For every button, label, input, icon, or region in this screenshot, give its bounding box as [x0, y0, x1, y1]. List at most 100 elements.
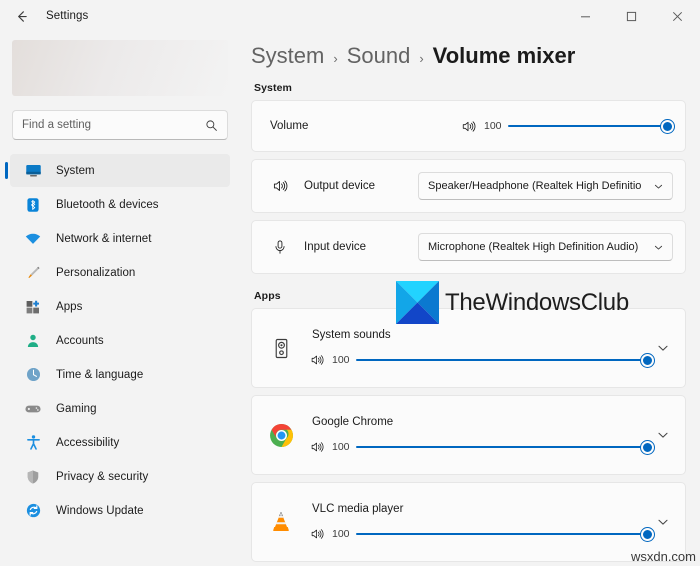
person-icon: [22, 330, 44, 352]
sidebar-item-label: Time & language: [56, 368, 144, 381]
speaker-volume-icon[interactable]: [461, 119, 476, 134]
slider-thumb[interactable]: [641, 353, 654, 367]
app-volume-value: 100: [332, 354, 350, 366]
chevron-down-icon: [653, 181, 664, 192]
update-refresh-icon: [22, 500, 44, 522]
output-device-card: Output device Speaker/Headphone (Realtek…: [251, 159, 686, 213]
sidebar-nav: System Bluetooth & devices Network & int…: [0, 154, 240, 527]
maximize-button[interactable]: [608, 0, 654, 32]
breadcrumb: System › Sound › Volume mixer: [251, 32, 686, 69]
volume-slider[interactable]: [508, 119, 674, 133]
input-device-label: Input device: [304, 241, 367, 253]
sidebar-item-label: Network & internet: [56, 232, 152, 245]
sidebar-item-accounts[interactable]: Accounts: [10, 324, 230, 357]
output-device-row: Output device Speaker/Headphone (Realtek…: [252, 160, 685, 212]
maximize-icon: [626, 11, 636, 21]
speaker-volume-icon[interactable]: [310, 440, 324, 454]
close-icon: [672, 11, 682, 21]
close-button[interactable]: [654, 0, 700, 32]
sidebar-item-windows-update[interactable]: Windows Update: [10, 494, 230, 527]
sidebar-item-label: Accessibility: [56, 436, 120, 449]
input-device-row: Input device Microphone (Realtek High De…: [252, 221, 685, 273]
app-card: VLC media player 100: [251, 482, 686, 562]
app-volume-slider[interactable]: [356, 527, 654, 541]
breadcrumb-system[interactable]: System: [251, 43, 324, 69]
chevron-down-icon: [653, 242, 664, 253]
app-name: System sounds: [312, 329, 391, 341]
expand-button[interactable]: [653, 515, 673, 529]
sidebar-item-bluetooth-devices[interactable]: Bluetooth & devices: [10, 188, 230, 221]
app-info: Google Chrome 100: [310, 416, 654, 454]
vlc-cone-icon: [266, 507, 296, 537]
input-device-card: Input device Microphone (Realtek High De…: [251, 220, 686, 274]
gamepad-icon: [22, 398, 44, 420]
app-volume-slider[interactable]: [356, 440, 654, 454]
app-card: Google Chrome 100: [251, 395, 686, 475]
slider-thumb[interactable]: [661, 119, 674, 133]
speaker-volume-icon[interactable]: [310, 527, 324, 541]
settings-window: Settings Find a setting System Bluetooth…: [0, 0, 700, 566]
app-volume-value: 100: [332, 528, 350, 540]
slider-thumb[interactable]: [641, 527, 654, 541]
apps-grid-icon: [22, 296, 44, 318]
sidebar-item-accessibility[interactable]: Accessibility: [10, 426, 230, 459]
monitor-icon: [22, 160, 44, 182]
accessibility-icon: [22, 432, 44, 454]
section-label-system: System: [254, 82, 292, 94]
chevron-right-icon: ›: [333, 51, 338, 66]
volume-value: 100: [484, 120, 502, 132]
volume-label: Volume: [270, 120, 309, 132]
sidebar-item-label: Bluetooth & devices: [56, 198, 159, 211]
input-device-select[interactable]: Microphone (Realtek High Definition Audi…: [418, 233, 673, 261]
app-volume-controls: 100: [310, 353, 654, 367]
slider-track: [356, 532, 653, 536]
search-icon: [205, 119, 218, 132]
chevron-down-icon: [658, 432, 668, 438]
microphone-icon: [268, 239, 292, 255]
volume-row: Volume 100: [252, 101, 685, 151]
wifi-icon: [22, 228, 44, 250]
chevron-down-icon: [658, 345, 668, 351]
slider-track: [508, 124, 673, 128]
thewindowsclub-logo-icon: [396, 281, 439, 324]
speaker-volume-icon[interactable]: [310, 353, 324, 367]
sidebar-item-gaming[interactable]: Gaming: [10, 392, 230, 425]
clock-globe-icon: [22, 364, 44, 386]
sidebar-item-label: Apps: [56, 300, 83, 313]
minimize-button[interactable]: [562, 0, 608, 32]
app-name: Google Chrome: [312, 416, 394, 428]
watermark-logo: TheWindowsClub: [396, 281, 629, 324]
sidebar-item-personalization[interactable]: Personalization: [10, 256, 230, 289]
sidebar-item-label: System: [56, 164, 95, 177]
output-device-value: Speaker/Headphone (Realtek High Definiti…: [428, 180, 642, 192]
volume-controls: 100: [461, 119, 674, 134]
search-placeholder: Find a setting: [22, 119, 92, 131]
slider-thumb[interactable]: [641, 440, 654, 454]
app-volume-controls: 100: [310, 527, 654, 541]
back-button[interactable]: [4, 0, 38, 32]
back-arrow-icon: [17, 10, 27, 22]
expand-button[interactable]: [653, 428, 673, 442]
output-device-select[interactable]: Speaker/Headphone (Realtek High Definiti…: [418, 172, 673, 200]
input-device-value: Microphone (Realtek High Definition Audi…: [428, 241, 639, 253]
chevron-down-icon: [658, 519, 668, 525]
sidebar-item-system[interactable]: System: [5, 154, 230, 187]
window-controls: [562, 0, 700, 32]
sidebar-item-label: Privacy & security: [56, 470, 149, 483]
user-profile-block[interactable]: [12, 40, 228, 96]
expand-button[interactable]: [653, 341, 673, 355]
app-volume-slider[interactable]: [356, 353, 654, 367]
bluetooth-icon: [22, 194, 44, 216]
sidebar-item-time-language[interactable]: Time & language: [10, 358, 230, 391]
system-speaker-icon: [266, 333, 296, 363]
title-bar: Settings: [0, 0, 700, 32]
search-input[interactable]: Find a setting: [12, 110, 228, 140]
sidebar-item-privacy-security[interactable]: Privacy & security: [10, 460, 230, 493]
breadcrumb-sound[interactable]: Sound: [347, 43, 411, 69]
app-name: VLC media player: [312, 503, 404, 515]
search-container: Find a setting: [0, 96, 240, 146]
sidebar-item-label: Gaming: [56, 402, 97, 415]
sidebar-item-network-internet[interactable]: Network & internet: [10, 222, 230, 255]
app-info: VLC media player 100: [310, 503, 654, 541]
sidebar-item-apps[interactable]: Apps: [10, 290, 230, 323]
